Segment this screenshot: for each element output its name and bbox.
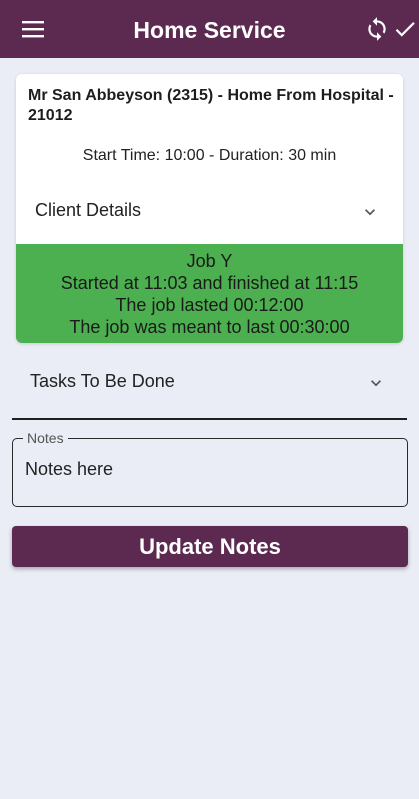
update-notes-button[interactable]: Update Notes (12, 526, 408, 567)
hamburger-menu-icon (22, 21, 44, 38)
tasks-expander[interactable]: Tasks To Be Done (12, 358, 407, 420)
notes-label: Notes (23, 430, 68, 446)
sync-icon (368, 17, 386, 41)
job-status-panel: Job Y Started at 11:03 and finished at 1… (16, 244, 403, 343)
complete-button[interactable] (392, 16, 418, 42)
job-status-lasted: The job lasted 00:12:00 (115, 295, 304, 315)
app-bar: Home Service (0, 0, 419, 58)
sync-button[interactable] (364, 16, 390, 42)
menu-button[interactable] (18, 17, 48, 41)
chevron-down-icon (371, 380, 381, 387)
job-start-duration: Start Time: 10:00 - Duration: 30 min (82, 147, 337, 164)
client-details-expander[interactable]: Client Details (16, 189, 403, 233)
check-icon (395, 22, 415, 37)
job-status-planned: The job was meant to last 00:30:00 (69, 317, 350, 337)
job-status-started-finished: Started at 11:03 and finished at 11:15 (60, 273, 359, 293)
job-status-name: Job Y (186, 251, 233, 271)
page-title: Home Service (133, 17, 286, 43)
job-card: Mr San Abbeyson (2315) - Home From Hospi… (16, 74, 403, 343)
notes-field: Notes (12, 430, 408, 507)
chevron-down-icon (365, 209, 375, 216)
tasks-label: Tasks To Be Done (30, 371, 175, 391)
notes-input[interactable] (25, 459, 395, 480)
client-details-label: Client Details (35, 200, 142, 220)
job-title: Mr San Abbeyson (2315) - Home From Hospi… (28, 87, 394, 124)
